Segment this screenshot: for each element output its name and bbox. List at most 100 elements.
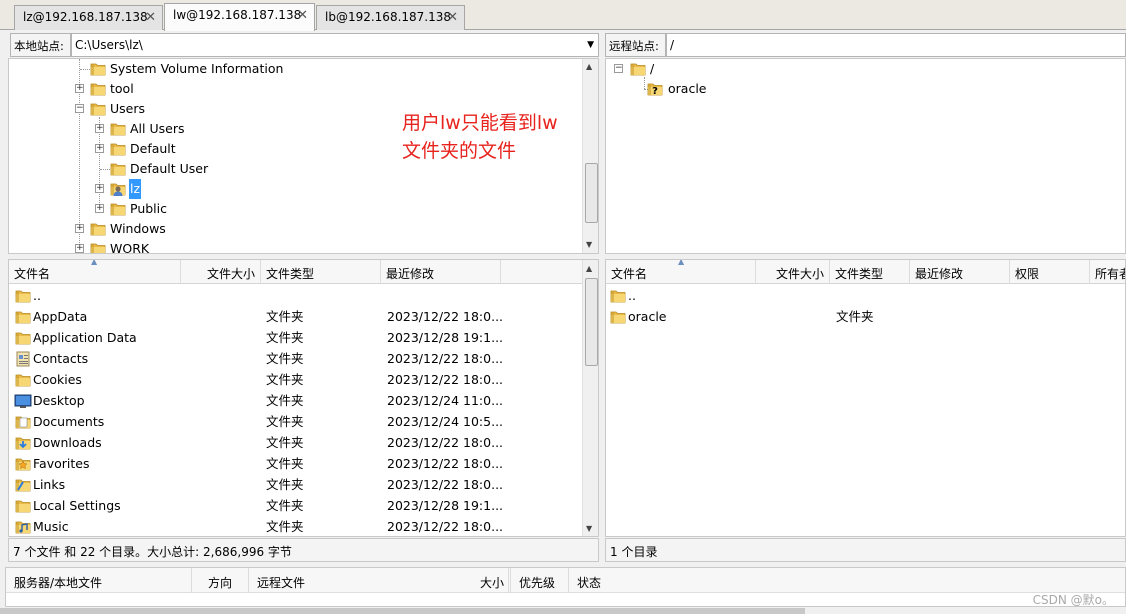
tree-item-label: Default bbox=[130, 141, 176, 156]
table-row[interactable]: oracle 文件夹 bbox=[606, 306, 1125, 327]
file-type: 文件夹 bbox=[266, 351, 304, 366]
remote-site-label: 远程站点: bbox=[605, 33, 666, 57]
scroll-down-icon[interactable]: ▼ bbox=[586, 524, 592, 533]
tab-lw[interactable]: lw@192.168.187.138 ✕ bbox=[164, 3, 315, 31]
table-row[interactable]: Cookies 文件夹 2023/12/22 18:0... bbox=[9, 369, 582, 390]
expand-icon[interactable]: + bbox=[95, 124, 104, 133]
folder-icon bbox=[90, 61, 106, 77]
close-icon[interactable]: ✕ bbox=[297, 8, 308, 23]
file-name: oracle bbox=[628, 309, 667, 324]
column-header-name[interactable]: ▲ 文件名 bbox=[606, 260, 756, 284]
column-header-size[interactable]: 文件大小 bbox=[756, 260, 830, 284]
table-row[interactable]: Contacts 文件夹 2023/12/22 18:0... bbox=[9, 348, 582, 369]
chevron-down-icon[interactable]: ▼ bbox=[587, 40, 594, 50]
contacts-icon bbox=[16, 351, 30, 367]
table-row[interactable]: Favorites 文件夹 2023/12/22 18:0... bbox=[9, 453, 582, 474]
folder-icon bbox=[15, 309, 31, 325]
file-modified: 2023/12/24 11:0... bbox=[387, 393, 504, 408]
close-icon[interactable]: ✕ bbox=[447, 10, 458, 25]
tab-lz[interactable]: lz@192.168.187.138 ✕ bbox=[14, 5, 163, 30]
local-file-list-header: ▲ 文件名 文件大小 文件类型 最近修改 bbox=[9, 260, 582, 284]
table-row[interactable]: Local Settings 文件夹 2023/12/28 19:1... bbox=[9, 495, 582, 516]
scroll-up-icon[interactable]: ▲ bbox=[586, 264, 592, 273]
file-name: Cookies bbox=[33, 372, 82, 387]
column-header-priority[interactable]: 优先级 bbox=[511, 568, 569, 593]
expand-icon[interactable]: + bbox=[95, 144, 104, 153]
file-modified: 2023/12/22 18:0... bbox=[387, 351, 504, 366]
expand-icon[interactable]: + bbox=[95, 204, 104, 213]
file-modified: 2023/12/22 18:0... bbox=[387, 435, 504, 450]
tree-item-label: lz bbox=[129, 179, 142, 199]
local-file-list-scrollbar[interactable]: ▲ ▼ bbox=[582, 260, 598, 536]
expand-icon[interactable]: + bbox=[75, 244, 84, 253]
folder-icon bbox=[110, 141, 126, 157]
documents-icon bbox=[15, 414, 31, 430]
table-row[interactable]: Music 文件夹 2023/12/22 18:0... bbox=[9, 516, 582, 536]
close-icon[interactable]: ✕ bbox=[145, 10, 156, 25]
folder-icon bbox=[610, 309, 626, 325]
column-header-status[interactable]: 状态 bbox=[569, 568, 669, 593]
annotation-line-1: 用户lw只能看到lw bbox=[402, 112, 558, 134]
annotation-text: 用户lw只能看到lw 文件夹的文件 bbox=[402, 109, 558, 165]
column-header-modified[interactable]: 最近修改 bbox=[381, 260, 501, 284]
annotation-line-2: 文件夹的文件 bbox=[402, 140, 517, 162]
scroll-down-icon[interactable]: ▼ bbox=[586, 240, 592, 249]
table-row[interactable]: Application Data 文件夹 2023/12/28 19:1... bbox=[9, 327, 582, 348]
tree-item-label: System Volume Information bbox=[110, 61, 284, 76]
sort-asc-icon: ▲ bbox=[678, 259, 685, 266]
column-header-direction[interactable]: 方向 bbox=[192, 568, 249, 593]
table-row[interactable]: Desktop 文件夹 2023/12/24 11:0... bbox=[9, 390, 582, 411]
table-row[interactable]: AppData 文件夹 2023/12/22 18:0... bbox=[9, 306, 582, 327]
expand-icon[interactable]: + bbox=[75, 224, 84, 233]
file-modified: 2023/12/22 18:0... bbox=[387, 456, 504, 471]
collapse-icon[interactable]: − bbox=[75, 104, 84, 113]
column-header-owner[interactable]: 所有者 bbox=[1090, 260, 1125, 284]
column-header-size[interactable]: 大小 bbox=[446, 568, 511, 593]
user-folder-icon bbox=[110, 181, 126, 196]
column-header-type[interactable]: 文件类型 bbox=[261, 260, 381, 284]
file-type: 文件夹 bbox=[266, 435, 304, 450]
table-row[interactable]: Downloads 文件夹 2023/12/22 18:0... bbox=[9, 432, 582, 453]
file-type: 文件夹 bbox=[266, 393, 304, 408]
file-name: Application Data bbox=[33, 330, 137, 345]
remote-path-input[interactable]: / bbox=[666, 33, 1126, 57]
file-modified: 2023/12/22 18:0... bbox=[387, 519, 504, 534]
tab-label: lb@192.168.187.138 bbox=[325, 10, 452, 24]
file-name: Favorites bbox=[33, 456, 90, 471]
file-type: 文件夹 bbox=[266, 519, 304, 534]
expand-icon[interactable]: + bbox=[75, 84, 84, 93]
column-header-modified[interactable]: 最近修改 bbox=[910, 260, 1010, 284]
remote-site-bar: 远程站点: / bbox=[605, 33, 1126, 57]
collapse-icon[interactable]: − bbox=[614, 64, 623, 73]
column-header-permissions[interactable]: 权限 bbox=[1010, 260, 1090, 284]
local-path-value: C:\Users\lz\ bbox=[75, 38, 143, 52]
scroll-thumb[interactable] bbox=[585, 278, 598, 366]
file-type: 文件夹 bbox=[266, 456, 304, 471]
scroll-up-icon[interactable]: ▲ bbox=[586, 62, 592, 71]
file-modified: 2023/12/22 18:0... bbox=[387, 372, 504, 387]
favorites-icon bbox=[15, 456, 31, 472]
column-header-size[interactable]: 文件大小 bbox=[181, 260, 261, 284]
queue-horizontal-scrollbar[interactable] bbox=[0, 608, 805, 614]
file-modified: 2023/12/22 18:0... bbox=[387, 309, 504, 324]
table-row[interactable]: Documents 文件夹 2023/12/24 10:5... bbox=[9, 411, 582, 432]
column-header-type[interactable]: 文件类型 bbox=[830, 260, 910, 284]
file-name: Downloads bbox=[33, 435, 102, 450]
scroll-thumb[interactable] bbox=[585, 163, 598, 223]
folder-icon bbox=[630, 61, 646, 77]
folder-icon bbox=[90, 101, 106, 117]
column-header-server-local-file[interactable]: 服务器/本地文件 bbox=[6, 568, 192, 593]
tab-lb[interactable]: lb@192.168.187.138 ✕ bbox=[316, 5, 465, 30]
local-path-input[interactable]: C:\Users\lz\ ▼ bbox=[71, 33, 599, 57]
column-header-name[interactable]: ▲ 文件名 bbox=[9, 260, 181, 284]
downloads-icon bbox=[15, 435, 31, 451]
expand-icon[interactable]: + bbox=[95, 184, 104, 193]
table-row[interactable]: .. bbox=[9, 285, 582, 306]
local-site-bar: 本地站点: C:\Users\lz\ ▼ bbox=[10, 33, 599, 57]
table-row[interactable]: Links 文件夹 2023/12/22 18:0... bbox=[9, 474, 582, 495]
table-row[interactable]: .. bbox=[606, 285, 1125, 306]
folder-icon bbox=[15, 372, 31, 388]
local-tree-scrollbar[interactable]: ▲ ▼ bbox=[582, 59, 598, 253]
tree-item-label: / bbox=[650, 61, 655, 76]
file-name: Music bbox=[33, 519, 69, 534]
